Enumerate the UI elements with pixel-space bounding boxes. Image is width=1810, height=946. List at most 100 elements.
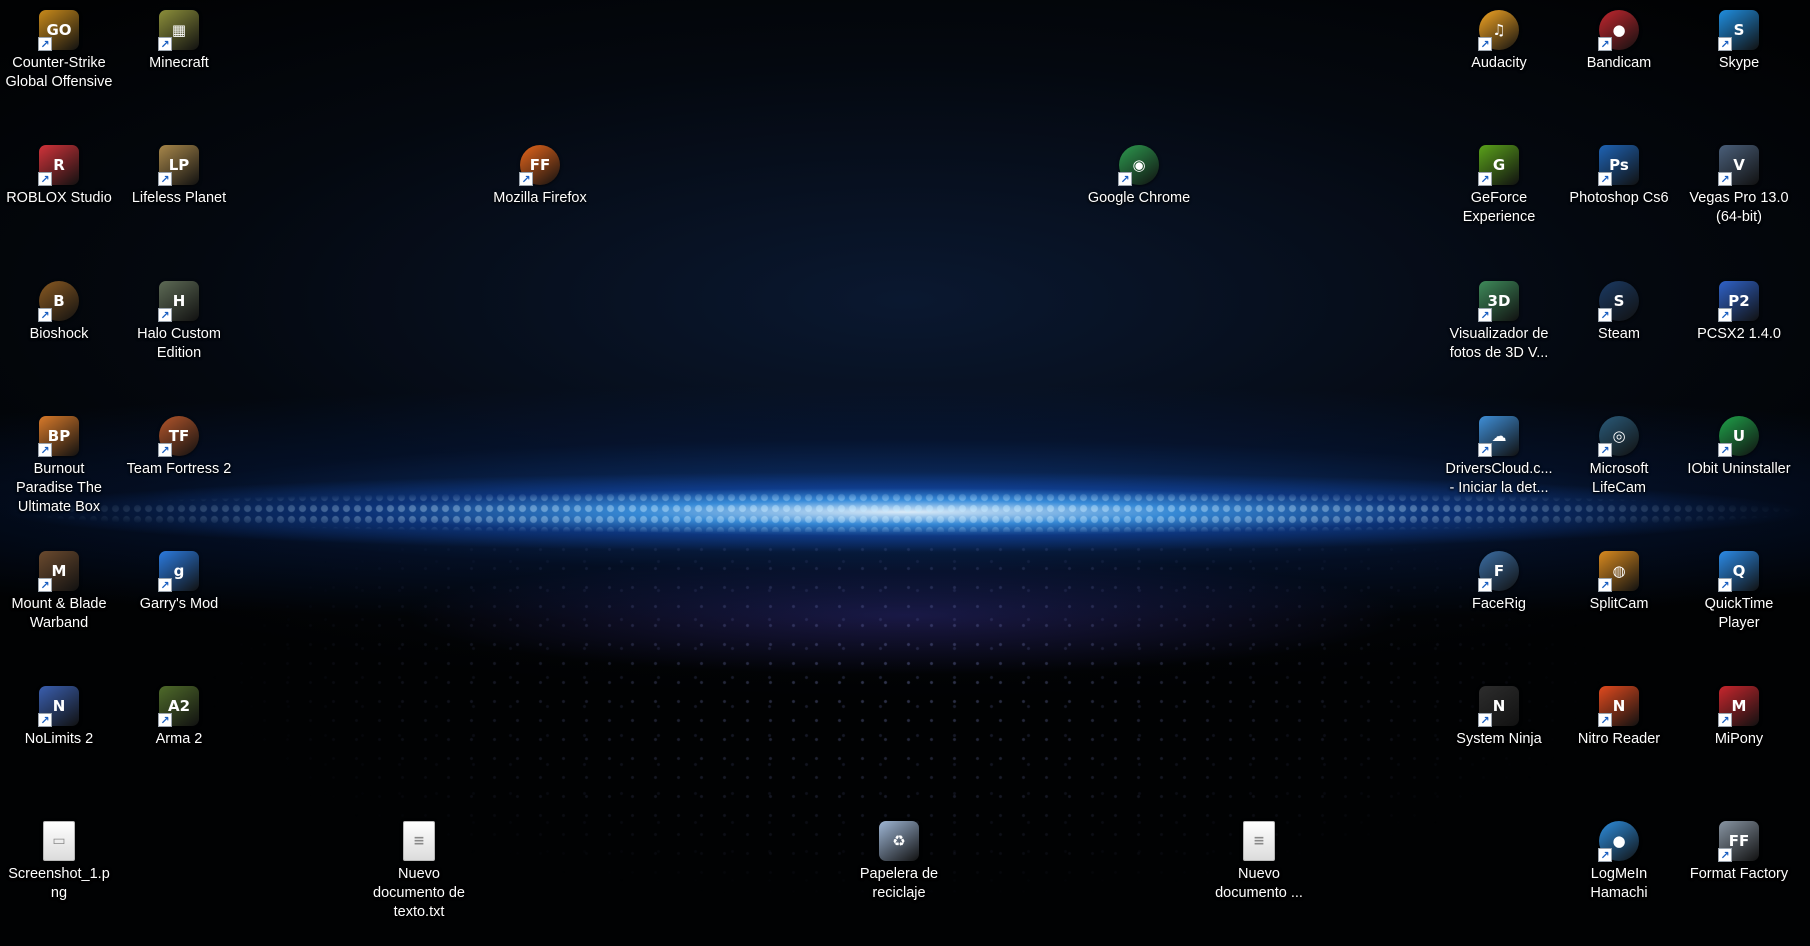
- desktop-shortcut-photoshop[interactable]: Ps ↗ Photoshop Cs6: [1563, 137, 1675, 208]
- desktop-shortcut-pcsx2[interactable]: P2 ↗ PCSX2 1.4.0: [1683, 273, 1795, 344]
- system-ninja-icon: N ↗: [1478, 686, 1519, 727]
- shortcut-arrow-icon: ↗: [1718, 37, 1732, 51]
- desktop-shortcut-nolimits-2[interactable]: N ↗ NoLimits 2: [3, 678, 115, 749]
- icon-label: Photoshop Cs6: [1569, 190, 1669, 206]
- icon-glyph: ▦: [171, 21, 187, 39]
- shortcut-arrow-icon: ↗: [158, 37, 172, 51]
- shortcut-arrow-icon: ↗: [1598, 578, 1612, 592]
- desktop-shortcut-logmein-hamachi[interactable]: ● ↗ LogMeIn Hamachi: [1563, 813, 1675, 903]
- icon-label: Lifeless Planet: [131, 190, 227, 206]
- mount-blade-warband-icon: M ↗: [38, 551, 79, 592]
- icon-glyph: ♻: [892, 832, 906, 850]
- icon-glyph: ♫: [1492, 21, 1506, 39]
- desktop-shortcut-vegas-pro[interactable]: V ↗ Vegas Pro 13.0 (64-bit): [1683, 137, 1795, 227]
- desktop-shortcut-garrys-mod[interactable]: g ↗ Garry's Mod: [123, 543, 235, 614]
- desktop-shortcut-facerig[interactable]: F ↗ FaceRig: [1443, 543, 1555, 614]
- desktop-shortcut-counter-strike[interactable]: GO ↗ Counter-Strike Global Offensive: [3, 2, 115, 92]
- icon-label: GeForce Experience: [1462, 190, 1536, 225]
- icon-glyph: Q: [1732, 562, 1746, 580]
- shortcut-arrow-icon: ↗: [1718, 308, 1732, 322]
- shortcut-arrow-icon: ↗: [158, 172, 172, 186]
- desktop-shortcut-microsoft-lifecam[interactable]: ◎ ↗ Microsoft LifeCam: [1563, 408, 1675, 498]
- bioshock-icon: B ↗: [38, 281, 79, 322]
- icon-glyph: V: [1733, 156, 1745, 174]
- shortcut-arrow-icon: ↗: [1478, 443, 1492, 457]
- icon-label: Google Chrome: [1087, 190, 1191, 206]
- icon-label: Visualizador de fotos de 3D V...: [1449, 326, 1549, 361]
- vegas-pro-icon: V ↗: [1718, 145, 1759, 186]
- icon-glyph: H: [172, 292, 186, 310]
- icon-label: DriversCloud.c... - Iniciar la det...: [1445, 461, 1553, 496]
- desktop-shortcut-mipony[interactable]: M ↗ MiPony: [1683, 678, 1795, 749]
- shortcut-arrow-icon: ↗: [1598, 443, 1612, 457]
- desktop-shortcut-steam[interactable]: S ↗ Steam: [1563, 273, 1675, 344]
- icon-label: Minecraft: [149, 55, 209, 71]
- desktop-shortcut-bandicam[interactable]: ● ↗ Bandicam: [1563, 2, 1675, 73]
- audacity-icon: ♫ ↗: [1478, 10, 1519, 51]
- desktop-shortcut-iobit-uninstaller[interactable]: U ↗ IObit Uninstaller: [1683, 408, 1795, 479]
- icon-glyph: ▭: [52, 833, 66, 849]
- desktop-shortcut-mount-blade-warband[interactable]: M ↗ Mount & Blade Warband: [3, 543, 115, 633]
- desktop-shortcut-nitro-reader[interactable]: N ↗ Nitro Reader: [1563, 678, 1675, 749]
- roblox-studio-icon: R ↗: [38, 145, 79, 186]
- icon-label: NoLimits 2: [24, 731, 94, 747]
- icon-label: Arma 2: [155, 731, 203, 747]
- desktop-shortcut-team-fortress-2[interactable]: TF ↗ Team Fortress 2: [123, 408, 235, 479]
- icon-label: Burnout Paradise The Ultimate Box: [16, 461, 102, 515]
- shortcut-arrow-icon: ↗: [1718, 713, 1732, 727]
- logmein-hamachi-icon: ● ↗: [1598, 821, 1639, 862]
- icon-glyph: S: [1733, 21, 1745, 39]
- icon-label: System Ninja: [1456, 731, 1542, 747]
- desktop-shortcut-bioshock[interactable]: B ↗ Bioshock: [3, 273, 115, 344]
- icon-label: Skype: [1718, 55, 1760, 71]
- arma-2-icon: A2 ↗: [158, 686, 199, 727]
- icon-label: Papelera de reciclaje: [859, 866, 939, 901]
- desktop-shortcut-recycle-bin[interactable]: ♻ Papelera de reciclaje: [843, 813, 955, 903]
- shortcut-arrow-icon: ↗: [1478, 713, 1492, 727]
- desktop-shortcut-format-factory[interactable]: FF ↗ Format Factory: [1683, 813, 1795, 884]
- desktop-shortcut-minecraft[interactable]: ▦ ↗ Minecraft: [123, 2, 235, 73]
- visualizador-3d-icon: 3D ↗: [1478, 281, 1519, 322]
- desktop-shortcut-system-ninja[interactable]: N ↗ System Ninja: [1443, 678, 1555, 749]
- desktop-shortcut-google-chrome[interactable]: ◉ ↗ Google Chrome: [1083, 137, 1195, 208]
- microsoft-lifecam-icon: ◎ ↗: [1598, 416, 1639, 457]
- desktop-shortcut-burnout-paradise[interactable]: BP ↗ Burnout Paradise The Ultimate Box: [3, 408, 115, 517]
- icon-glyph: ◎: [1612, 427, 1626, 445]
- desktop-shortcut-skype[interactable]: S ↗ Skype: [1683, 2, 1795, 73]
- icon-label: Screenshot_1.png: [8, 866, 110, 901]
- icon-glyph: ≡: [413, 833, 425, 849]
- desktop-shortcut-driverscloud[interactable]: ☁ ↗ DriversCloud.c... - Iniciar la det...: [1443, 408, 1555, 498]
- desktop-shortcut-audacity[interactable]: ♫ ↗ Audacity: [1443, 2, 1555, 73]
- desktop-shortcut-screenshot-file[interactable]: ▭ Screenshot_1.png: [3, 813, 115, 903]
- desktop-shortcut-new-document[interactable]: ≡ Nuevo documento ...: [1203, 813, 1315, 903]
- desktop-shortcut-roblox-studio[interactable]: R ↗ ROBLOX Studio: [3, 137, 115, 208]
- icon-label: Team Fortress 2: [126, 461, 232, 477]
- desktop-shortcut-quicktime-player[interactable]: Q ↗ QuickTime Player: [1683, 543, 1795, 633]
- shortcut-arrow-icon: ↗: [38, 37, 52, 51]
- quicktime-player-icon: Q ↗: [1718, 551, 1759, 592]
- icon-label: LogMeIn Hamachi: [1590, 866, 1648, 901]
- icon-label: ROBLOX Studio: [6, 190, 112, 206]
- desktop-shortcut-splitcam[interactable]: ◍ ↗ SplitCam: [1563, 543, 1675, 614]
- counter-strike-icon: GO ↗: [38, 10, 79, 51]
- icon-glyph: N: [1492, 697, 1506, 715]
- icon-glyph: F: [1493, 562, 1505, 580]
- desktop-shortcut-geforce-experience[interactable]: G ↗ GeForce Experience: [1443, 137, 1555, 227]
- shortcut-arrow-icon: ↗: [1718, 172, 1732, 186]
- shortcut-arrow-icon: ↗: [1478, 37, 1492, 51]
- desktop-shortcut-visualizador-3d[interactable]: 3D ↗ Visualizador de fotos de 3D V...: [1443, 273, 1555, 363]
- burnout-paradise-icon: BP ↗: [38, 416, 79, 457]
- icon-label: Microsoft LifeCam: [1589, 461, 1649, 496]
- icon-glyph: Ps: [1609, 156, 1629, 174]
- icon-label: PCSX2 1.4.0: [1697, 326, 1781, 342]
- desktop-shortcut-halo-custom-edition[interactable]: H ↗ Halo Custom Edition: [123, 273, 235, 363]
- splitcam-icon: ◍ ↗: [1598, 551, 1639, 592]
- desktop-shortcut-mozilla-firefox[interactable]: FF ↗ Mozilla Firefox: [484, 137, 596, 208]
- icon-glyph: g: [173, 562, 185, 580]
- mozilla-firefox-icon: FF ↗: [519, 145, 560, 186]
- icon-label: SplitCam: [1589, 596, 1649, 612]
- desktop-shortcut-arma-2[interactable]: A2 ↗ Arma 2: [123, 678, 235, 749]
- desktop-shortcut-lifeless-planet[interactable]: LP ↗ Lifeless Planet: [123, 137, 235, 208]
- shortcut-arrow-icon: ↗: [1478, 172, 1492, 186]
- desktop-shortcut-text-document[interactable]: ≡ Nuevo documento de texto.txt: [363, 813, 475, 922]
